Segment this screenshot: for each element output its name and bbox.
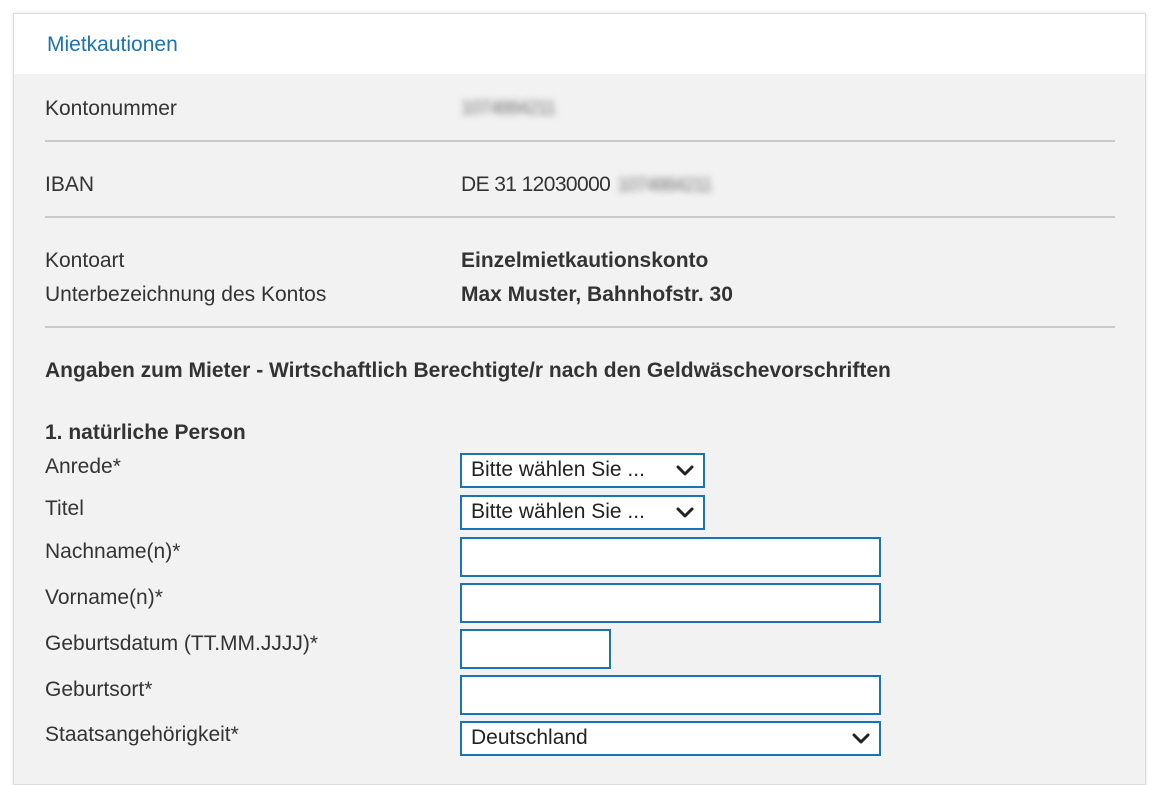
- kontonummer-value: 1074884211: [461, 98, 556, 119]
- staatsangehoerigkeit-select-value: Deutschland: [471, 726, 588, 749]
- chevron-down-icon: [676, 507, 694, 518]
- nachname-label: Nachname(n)*: [45, 540, 181, 563]
- divider: [45, 326, 1115, 328]
- anrede-select-value: Bitte wählen Sie ...: [471, 458, 645, 481]
- panel-title[interactable]: Mietkautionen: [47, 33, 178, 57]
- chevron-down-icon: [852, 733, 870, 744]
- geburtsort-label: Geburtsort*: [45, 678, 153, 701]
- mietkautionen-panel: Mietkautionen Kontonummer 1074884211 IBA…: [13, 13, 1146, 785]
- unterbezeichnung-value: Max Muster, Bahnhofstr. 30: [461, 283, 733, 306]
- staatsangehoerigkeit-label: Staatsangehörigkeit*: [45, 723, 239, 746]
- iban-label: IBAN: [45, 173, 95, 196]
- vorname-input[interactable]: [460, 583, 881, 623]
- anrede-label: Anrede*: [45, 455, 121, 478]
- nachname-input[interactable]: [460, 537, 881, 577]
- kontoart-value: Einzelmietkautionskonto: [461, 249, 709, 272]
- section-heading: Angaben zum Mieter - Wirtschaftlich Bere…: [45, 359, 891, 382]
- vorname-label: Vorname(n)*: [45, 586, 163, 609]
- divider: [45, 140, 1115, 142]
- person-heading: 1. natürliche Person: [45, 421, 246, 444]
- divider: [45, 216, 1115, 218]
- anrede-select[interactable]: Bitte wählen Sie ...: [460, 453, 705, 488]
- chevron-down-icon: [676, 465, 694, 476]
- iban-prefix: DE 31 12030000: [461, 173, 611, 196]
- iban-masked: 1074884211: [617, 175, 712, 196]
- staatsangehoerigkeit-select[interactable]: Deutschland: [460, 721, 881, 756]
- titel-select[interactable]: Bitte wählen Sie ...: [460, 495, 705, 530]
- geburtsort-input[interactable]: [460, 675, 881, 715]
- titel-select-value: Bitte wählen Sie ...: [471, 500, 645, 523]
- iban-value: DE 31 12030000 1074884211: [461, 173, 713, 197]
- geburtsdatum-input[interactable]: [460, 629, 611, 669]
- panel-header: Mietkautionen: [14, 14, 1145, 74]
- kontonummer-label: Kontonummer: [45, 97, 177, 120]
- geburtsdatum-label: Geburtsdatum (TT.MM.JJJJ)*: [45, 632, 319, 655]
- unterbezeichnung-label: Unterbezeichnung des Kontos: [45, 283, 327, 306]
- titel-label: Titel: [45, 497, 84, 520]
- kontoart-label: Kontoart: [45, 249, 125, 272]
